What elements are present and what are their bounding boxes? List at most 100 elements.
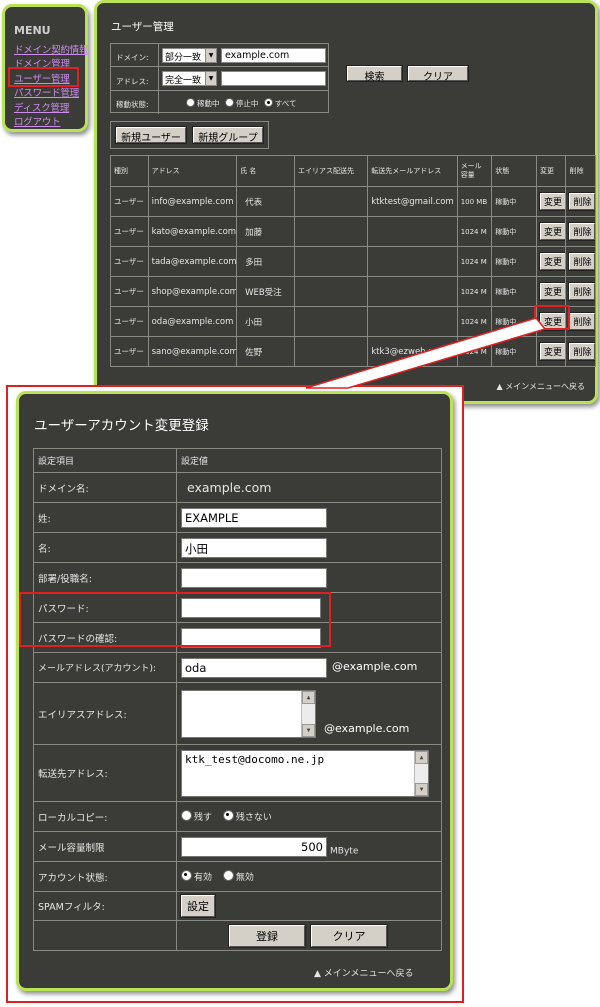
edit-button[interactable]: 変更 [538, 222, 565, 241]
status-radio-active[interactable]: 稼動中 [186, 98, 220, 108]
cell-alias [294, 336, 369, 367]
account-status-cell: 有効 無効 [176, 861, 442, 892]
quota-input[interactable]: 500 [181, 836, 327, 857]
form-back-to-main-menu-link[interactable]: ▲ メインメニューへ戻る [314, 966, 414, 979]
divider [111, 90, 328, 91]
alias-textarea[interactable]: ▲ ▼ [181, 689, 316, 738]
local-copy-keep-radio[interactable]: 残す [181, 810, 212, 823]
account-edit-panel: ユーザーアカウント変更登録 設定項目 設定値 ドメイン名: example.co… [16, 391, 453, 991]
form-row-first-name: 名: 小田 [33, 532, 442, 563]
cell-quota: 1024 M [456, 336, 493, 367]
register-button[interactable]: 登録 [228, 923, 306, 948]
account-status-active-radio[interactable]: 有効 [181, 870, 213, 883]
menu-item-password-management[interactable]: パスワード管理 [14, 85, 79, 99]
forward-address-textarea[interactable]: ktk_test@docomo.ne.jp ▲ ▼ [181, 749, 429, 797]
forward-label: 転送先アドレス: [33, 744, 177, 802]
address-search-input[interactable] [221, 71, 326, 86]
cell-forward [367, 216, 458, 247]
scrollbar[interactable]: ▲ ▼ [301, 690, 315, 737]
form-row-actions: 登録 クリア [33, 920, 442, 951]
cell-forward [367, 276, 458, 307]
radio-label: 有効 [194, 873, 213, 883]
edit-button[interactable]: 変更 [538, 192, 565, 211]
local-copy-discard-radio[interactable]: 残さない [222, 810, 272, 823]
scrollbar[interactable]: ▲ ▼ [414, 750, 428, 796]
scroll-down-icon[interactable]: ▼ [415, 782, 428, 796]
last-name-input[interactable]: EXAMPLE [181, 507, 327, 528]
account-status-inactive-radio[interactable]: 無効 [222, 870, 254, 883]
menu-title: MENU [14, 24, 51, 37]
cell-alias [294, 216, 369, 247]
radio-checked-icon [222, 810, 234, 821]
scroll-up-icon[interactable]: ▲ [302, 690, 315, 704]
cell-status: 稼動中 [491, 276, 537, 307]
quota-cell: 500 MByte [176, 831, 442, 862]
first-name-cell: 小田 [176, 532, 442, 563]
edit-button[interactable]: 変更 [538, 342, 565, 361]
col-header-quota: メール 容量 [456, 155, 493, 187]
spam-filter-cell: 設定 [176, 891, 442, 921]
status-radio-all[interactable]: すべて [263, 98, 296, 108]
radio-icon [181, 810, 192, 821]
form-title: ユーザーアカウント変更登録 [34, 418, 209, 434]
delete-button[interactable]: 削除 [568, 192, 595, 211]
delete-button[interactable]: 削除 [568, 252, 595, 271]
radio-checked-icon [263, 98, 273, 107]
email-account-input[interactable]: oda [181, 657, 327, 678]
account-status-label: アカウント状態: [33, 861, 177, 892]
domain-match-select[interactable]: 部分一致 ▼ [162, 48, 217, 63]
cell-alias [294, 306, 369, 337]
menu-item-disk-management[interactable]: ディスク管理 [14, 100, 69, 114]
radio-checked-icon [181, 870, 192, 881]
alias-domain-suffix: @example.com [324, 722, 410, 735]
spam-filter-settings-button[interactable]: 設定 [180, 894, 216, 918]
header-item-label: 設定項目 [33, 448, 177, 473]
scroll-up-icon[interactable]: ▲ [415, 750, 428, 764]
actions-cell: 登録 クリア [176, 920, 442, 951]
radio-label: 残さない [235, 813, 272, 823]
cell-status: 稼動中 [491, 306, 537, 337]
menu-item-logout[interactable]: ログアウト [14, 114, 61, 128]
menu-item-domain-contract[interactable]: ドメイン契約情報 [14, 42, 89, 56]
first-name-input[interactable]: 小田 [181, 537, 327, 558]
domain-label: ドメイン名: [33, 472, 177, 503]
form-row-email: メールアドレス(アカウント): oda @example.com [33, 652, 442, 683]
clear-button[interactable]: クリア [407, 65, 469, 83]
scroll-down-icon[interactable]: ▼ [302, 723, 315, 737]
department-input[interactable] [181, 567, 327, 588]
domain-search-input[interactable]: example.com [221, 48, 326, 63]
new-group-button[interactable]: 新規グループ [192, 126, 264, 144]
cell-alias [294, 246, 369, 277]
delete-button[interactable]: 削除 [568, 282, 595, 301]
cell-edit: 変更 [535, 186, 567, 217]
delete-button[interactable]: 削除 [568, 222, 595, 241]
clear-form-button[interactable]: クリア [310, 923, 389, 948]
last-name-cell: EXAMPLE [176, 502, 442, 533]
back-to-main-menu-link[interactable]: ▲ メインメニューへ戻る [497, 381, 585, 392]
cell-address: tada@example.com [147, 246, 238, 277]
cell-address: info@example.com [147, 186, 238, 217]
radio-icon [186, 98, 195, 107]
cell-quota: 1024 M [456, 276, 493, 307]
cell-delete: 削除 [565, 216, 596, 247]
page-title: ユーザー管理 [111, 21, 174, 33]
email-cell: oda @example.com [176, 652, 442, 683]
search-button[interactable]: 検索 [346, 65, 403, 83]
table-row: ユーザー shop@example.com WEB受注 1024 M 稼動中 変… [110, 276, 596, 307]
cell-type: ユーザー [110, 186, 149, 217]
edit-button[interactable]: 変更 [538, 252, 565, 271]
radio-label: 停止中 [235, 99, 259, 108]
col-header-status: 状態 [491, 155, 537, 187]
cell-alias [294, 186, 369, 217]
delete-button[interactable]: 削除 [568, 312, 595, 331]
status-radio-stopped[interactable]: 停止中 [224, 98, 259, 108]
address-match-select[interactable]: 完全一致 ▼ [162, 71, 217, 86]
new-user-button[interactable]: 新規ユーザー [115, 126, 187, 144]
delete-button[interactable]: 削除 [568, 342, 595, 361]
cell-quota: 1024 M [456, 216, 493, 247]
edit-button[interactable]: 変更 [538, 282, 565, 301]
cell-forward: ktk3@ezweb.ne.jp [367, 336, 458, 367]
cell-status: 稼動中 [491, 186, 537, 217]
email-domain-suffix: @example.com [332, 660, 418, 673]
spam-filter-label: SPAMフィルタ: [33, 891, 177, 921]
